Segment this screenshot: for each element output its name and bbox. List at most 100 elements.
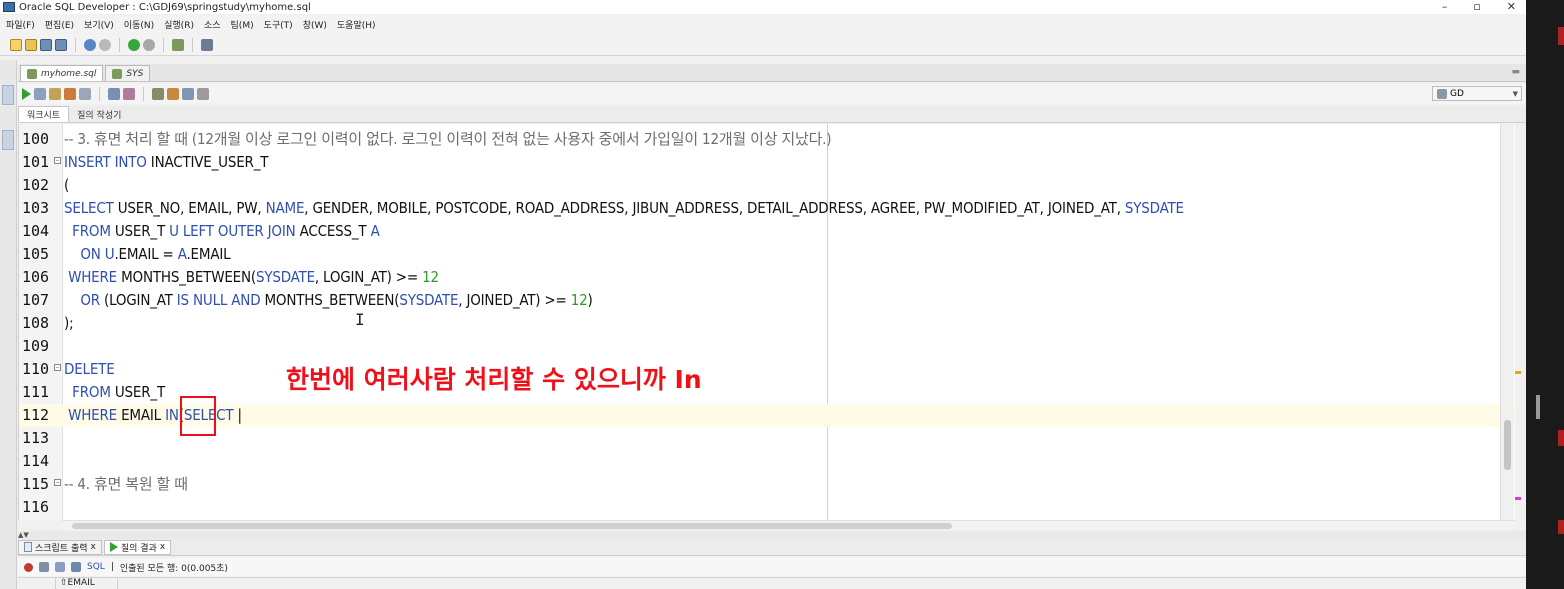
restore-button[interactable]: ▫: [1473, 0, 1480, 13]
run-script-icon[interactable]: [34, 88, 46, 100]
tab-script-output[interactable]: 스크립트 출력 x: [18, 539, 102, 555]
format-icon[interactable]: [152, 88, 164, 100]
menu-window[interactable]: 창(W): [303, 18, 327, 31]
autotrace-icon[interactable]: [108, 88, 120, 100]
fold-toggle-icon[interactable]: −: [54, 479, 61, 486]
code-line[interactable]: 109: [19, 335, 1515, 358]
close-icon[interactable]: x: [160, 542, 165, 552]
comment-token: -- 3. 휴면 처리 할 때 (12개월 이상 로그인 이력이 없다. 로그인…: [64, 130, 832, 148]
menu-edit[interactable]: 편집(E): [45, 18, 74, 31]
menu-source[interactable]: 소스: [204, 18, 221, 31]
mouse-ibeam-cursor: I: [355, 310, 365, 329]
tab-worksheet[interactable]: 워크시트: [18, 106, 70, 122]
close-icon[interactable]: x: [91, 542, 96, 552]
text-token: EMAIL: [117, 406, 166, 424]
sql-editor[interactable]: 100 -- 3. 휴면 처리 할 때 (12개월 이상 로그인 이력이 없다. …: [18, 124, 1515, 520]
scrollbar-thumb[interactable]: [1504, 420, 1511, 470]
menu-help[interactable]: 도움말(H): [337, 18, 376, 31]
code-line[interactable]: 101− INSERT INTO INACTIVE_USER_T: [19, 151, 1515, 174]
code-line[interactable]: 107 OR (LOGIN_AT IS NULL AND MONTHS_BETW…: [19, 289, 1515, 312]
code-line[interactable]: 103 SELECT USER_NO, EMAIL, PW, NAME, GEND…: [19, 197, 1515, 220]
case-toggle-icon[interactable]: [197, 88, 209, 100]
reports-panel-icon[interactable]: [2, 130, 14, 150]
open-folder-icon[interactable]: [25, 38, 37, 51]
editor-vertical-scrollbar[interactable]: [1500, 124, 1514, 520]
text-token: , GENDER, MOBILE, POSTCODE, ROAD_ADDRESS…: [304, 199, 1125, 217]
column-header-email[interactable]: ⇧EMAIL: [58, 578, 118, 589]
code-lines: 100 -- 3. 휴면 처리 할 때 (12개월 이상 로그인 이력이 없다. …: [19, 128, 1515, 519]
tab-sys[interactable]: SYS: [105, 65, 151, 81]
minimize-icon[interactable]: ▬: [1511, 67, 1520, 77]
forward-icon[interactable]: [143, 38, 155, 51]
text-token: ACCESS_T: [295, 222, 371, 240]
panel-splitter[interactable]: ▲▼: [18, 531, 1526, 539]
back-icon[interactable]: [128, 38, 140, 51]
code-text: WHERE MONTHS_BETWEEN(SYSDATE, LOGIN_AT) …: [64, 266, 439, 289]
tab-query-result[interactable]: 질의 결과 x: [103, 539, 172, 555]
connections-panel-icon[interactable]: [2, 85, 14, 105]
code-line[interactable]: 104 FROM USER_T U LEFT OUTER JOIN ACCESS…: [19, 220, 1515, 243]
sql-worksheet-icon[interactable]: [172, 38, 184, 51]
line-number: 103: [22, 199, 50, 217]
menu-view[interactable]: 보기(V): [84, 18, 114, 31]
explain-plan-icon[interactable]: [79, 88, 91, 100]
export-icon[interactable]: [71, 562, 81, 572]
clear-icon[interactable]: [123, 88, 135, 100]
redo-icon[interactable]: [99, 38, 111, 51]
code-line[interactable]: 112 WHERE EMAIL IN(SELECT |: [19, 404, 1515, 427]
code-text: FROM USER_T U LEFT OUTER JOIN ACCESS_T A: [64, 220, 380, 243]
line-number: 105: [22, 245, 50, 263]
fold-toggle-icon[interactable]: −: [54, 364, 61, 371]
menu-tools[interactable]: 도구(T): [264, 18, 293, 31]
keyword-token: FROM: [64, 383, 111, 401]
line-number: 102: [22, 176, 50, 194]
code-text: (: [64, 174, 69, 197]
close-button[interactable]: ✕: [1507, 0, 1516, 13]
menu-file[interactable]: 파일(F): [6, 18, 35, 31]
scrollbar-thumb[interactable]: [72, 523, 952, 529]
tab-query-builder[interactable]: 질의 작성기: [69, 106, 129, 122]
undo-icon[interactable]: [84, 38, 96, 51]
code-line[interactable]: 105 ON U.EMAIL = A.EMAIL: [19, 243, 1515, 266]
text-token: , LOGIN_AT) >=: [314, 268, 423, 286]
text-token: USER_NO, EMAIL, PW,: [113, 199, 266, 217]
number-token: 12: [422, 268, 439, 286]
connection-name: GD: [1450, 88, 1464, 99]
code-line[interactable]: 102 (: [19, 174, 1515, 197]
menu-navigate[interactable]: 이동(N): [124, 18, 154, 31]
menu-run[interactable]: 실행(R): [164, 18, 194, 31]
sql-link[interactable]: SQL: [87, 562, 105, 572]
commit-icon[interactable]: [49, 88, 61, 100]
menu-team[interactable]: 팀(M): [231, 18, 254, 31]
code-line[interactable]: 108);: [19, 312, 1515, 335]
refresh-icon[interactable]: [55, 562, 65, 572]
text-token: MONTHS_BETWEEN(: [117, 268, 256, 286]
binoculars-icon[interactable]: [201, 38, 213, 51]
connection-select[interactable]: GD ▼: [1432, 86, 1522, 101]
history-icon[interactable]: [182, 88, 194, 100]
database-icon: [27, 68, 37, 79]
code-line[interactable]: 106 WHERE MONTHS_BETWEEN(SYSDATE, LOGIN_…: [19, 266, 1515, 289]
pin-icon[interactable]: [24, 562, 33, 572]
save-icon[interactable]: [40, 38, 52, 51]
tab-myhome-sql[interactable]: myhome.sql: [20, 65, 104, 81]
code-line[interactable]: 113: [19, 427, 1515, 450]
code-line[interactable]: 110− DELETE: [19, 358, 1515, 381]
editor-horizontal-scrollbar[interactable]: [62, 520, 1515, 530]
print-icon[interactable]: [39, 562, 49, 572]
keyword-token: SYSDATE: [255, 268, 315, 286]
save-all-icon[interactable]: [55, 38, 67, 51]
code-line[interactable]: 111 FROM USER_T: [19, 381, 1515, 404]
code-line[interactable]: 100 -- 3. 휴면 처리 할 때 (12개월 이상 로그인 이력이 없다. …: [19, 128, 1515, 151]
run-statement-icon[interactable]: [22, 88, 31, 100]
code-line[interactable]: 116: [19, 496, 1515, 519]
minimize-button[interactable]: –: [1442, 0, 1448, 13]
text-token: MONTHS_BETWEEN(: [260, 291, 400, 309]
text-token: INACTIVE_USER_T: [146, 153, 269, 171]
fold-toggle-icon[interactable]: −: [54, 157, 61, 164]
code-line[interactable]: 115− -- 4. 휴면 복원 할 때: [19, 473, 1515, 496]
rollback-icon[interactable]: [64, 88, 76, 100]
code-line[interactable]: 114: [19, 450, 1515, 473]
pencil-icon[interactable]: [167, 88, 179, 100]
new-file-icon[interactable]: [10, 38, 22, 51]
